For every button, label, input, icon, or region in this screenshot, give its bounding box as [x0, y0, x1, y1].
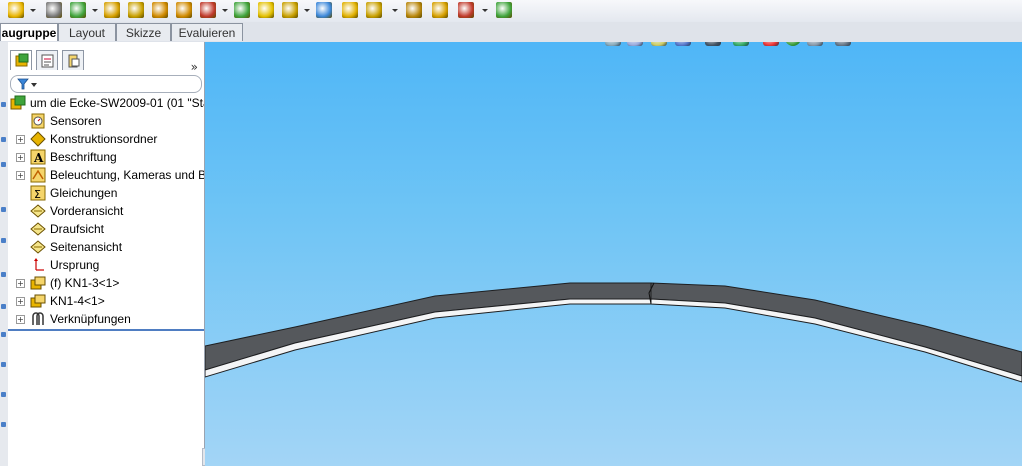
- property-manager-icon: [41, 54, 54, 68]
- toolbar-dropdown-4[interactable]: [392, 2, 398, 18]
- tab-property-manager[interactable]: [36, 50, 58, 70]
- feature-tree-icon: [15, 53, 29, 67]
- tree-item-label: Draufsicht: [50, 222, 105, 236]
- linear-pattern-icon[interactable]: [104, 2, 120, 18]
- tree-item-label: Beleuchtung, Kameras und Bühne: [50, 168, 204, 182]
- tree-item-label: Konstruktionsordner: [50, 132, 158, 146]
- tree-item[interactable]: + Beleuchtung, Kameras und Bühne: [8, 166, 204, 184]
- tree-item[interactable]: Ursprung: [8, 256, 204, 274]
- tree-expand-toggle[interactable]: +: [16, 279, 25, 288]
- tree-item-label: Sensoren: [50, 114, 102, 128]
- tree-item[interactable]: Sensoren: [8, 112, 204, 130]
- tab-feature-tree[interactable]: [10, 50, 32, 70]
- filter-icon: [17, 78, 37, 90]
- tree-item[interactable]: Vorderansicht: [8, 202, 204, 220]
- toolbar-dropdown-5[interactable]: [482, 2, 488, 18]
- configuration-manager-icon: [68, 54, 80, 68]
- tree-item[interactable]: + (f) KN1-3<1>: [8, 274, 204, 292]
- tree-item[interactable]: Draufsicht: [8, 220, 204, 238]
- tree-expand-toggle[interactable]: +: [16, 135, 25, 144]
- large-assembly-icon[interactable]: [496, 2, 512, 18]
- assembly-icon: [10, 95, 26, 111]
- plane-icon: [30, 239, 46, 255]
- sensor-icon: [30, 113, 46, 129]
- tree-item[interactable]: + KN1-4<1>: [8, 292, 204, 310]
- toolbar-dropdown-0[interactable]: [30, 2, 36, 18]
- tree-item[interactable]: + Verknüpfungen: [8, 310, 204, 328]
- tree-item-label: Beschriftung: [50, 150, 117, 164]
- tree-item-label: Vorderansicht: [50, 204, 124, 218]
- hide-show-icon[interactable]: [200, 2, 216, 18]
- tab-baugruppe[interactable]: augruppe: [0, 23, 58, 41]
- lights-icon: [30, 167, 46, 183]
- origin-icon: [30, 257, 46, 273]
- new-motion-study-icon[interactable]: [282, 2, 298, 18]
- plane-icon: [30, 203, 46, 219]
- tree-item-label: KN1-4<1>: [50, 294, 105, 308]
- component-icon: [30, 293, 46, 309]
- rotate-component-icon[interactable]: [176, 2, 192, 18]
- graphics-area[interactable]: [205, 42, 1022, 466]
- tree-expand-toggle[interactable]: +: [16, 315, 25, 324]
- attach-icon[interactable]: [46, 2, 62, 18]
- tab-configuration-manager[interactable]: [62, 50, 84, 70]
- tree-item-label: (f) KN1-3<1>: [50, 276, 120, 290]
- exploded-view-icon[interactable]: [342, 2, 358, 18]
- tree-item[interactable]: + Konstruktionsordner: [8, 130, 204, 148]
- toolbar-dropdown-2[interactable]: [222, 2, 228, 18]
- equations-icon: Σ: [30, 185, 46, 201]
- component-icon: [30, 275, 46, 291]
- assembly-feature-icon[interactable]: [234, 2, 250, 18]
- tree-expand-toggle[interactable]: +: [16, 297, 25, 306]
- tree-item-label: Gleichungen: [50, 186, 118, 200]
- clearance-icon[interactable]: [432, 2, 448, 18]
- move-component-icon[interactable]: [152, 2, 168, 18]
- mates-icon: [30, 311, 46, 327]
- svg-text:Σ: Σ: [34, 188, 41, 201]
- model-view: [205, 282, 1022, 383]
- tree-expand-toggle[interactable]: +: [16, 171, 25, 180]
- command-manager-tabs: augruppe Layout Skizze Evaluieren: [0, 22, 1022, 42]
- filter-input[interactable]: [10, 75, 202, 93]
- svg-text:A: A: [33, 151, 44, 165]
- tree-item-label: um die Ecke-SW2009-01 (01 "Standard"): [30, 96, 204, 110]
- expand-panel-button[interactable]: »: [191, 60, 198, 74]
- instant3d-icon[interactable]: [458, 2, 474, 18]
- panel-tabs: »: [8, 50, 204, 74]
- tree-expand-toggle[interactable]: +: [16, 153, 25, 162]
- smart-fastener-icon[interactable]: [128, 2, 144, 18]
- tree-item-label: Ursprung: [50, 258, 100, 272]
- tree-item-label: Verknüpfungen: [50, 312, 131, 326]
- tree-root-assembly[interactable]: um die Ecke-SW2009-01 (01 "Standard"): [8, 94, 204, 112]
- annotation-icon: A: [30, 149, 46, 165]
- interference-icon[interactable]: [406, 2, 422, 18]
- toolbar-dropdown-3[interactable]: [304, 2, 310, 18]
- toolbar-dropdown-1[interactable]: [92, 2, 98, 18]
- feature-manager-panel: » um die Ecke-SW2009-01 (01 "Standard") S…: [8, 42, 205, 466]
- tab-skizze[interactable]: Skizze: [116, 23, 171, 41]
- bill-of-materials-icon[interactable]: [316, 2, 332, 18]
- reference-geometry-icon[interactable]: [258, 2, 274, 18]
- main-toolbar: [0, 0, 1022, 23]
- tab-layout[interactable]: Layout: [58, 23, 116, 41]
- open-icon[interactable]: [8, 2, 24, 18]
- explode-line-icon[interactable]: [366, 2, 382, 18]
- design-folder-icon: [30, 131, 46, 147]
- tree-item[interactable]: + A Beschriftung: [8, 148, 204, 166]
- plane-icon: [30, 221, 46, 237]
- tree-end-bar[interactable]: [8, 329, 204, 331]
- mate-icon[interactable]: [70, 2, 86, 18]
- tree-item-label: Seitenansicht: [50, 240, 123, 254]
- tree-item[interactable]: Seitenansicht: [8, 238, 204, 256]
- tab-evaluieren[interactable]: Evaluieren: [171, 23, 243, 41]
- tree-item[interactable]: Σ Gleichungen: [8, 184, 204, 202]
